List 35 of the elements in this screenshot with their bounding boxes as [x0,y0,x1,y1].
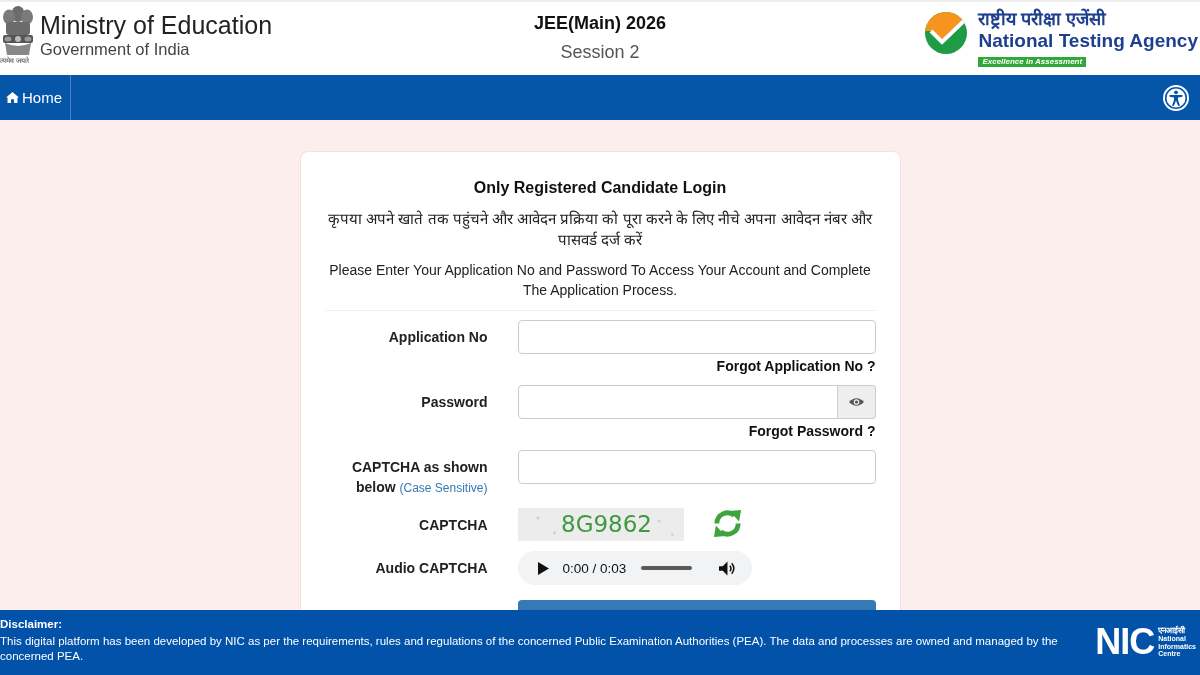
agency-hindi-name: राष्ट्रीय परीक्षा एजेंसी [978,8,1108,30]
audio-time: 0:00 / 0:03 [562,560,627,576]
disclaimer-heading: Disclaimer: [0,617,63,632]
input-field[interactable] [517,320,876,354]
field-label: CAPTCHA as shown below (Case Sensitive) [350,458,488,497]
captcha-image: 8G9862 [517,508,684,541]
exam-title: JEE(Main) 2026 [533,12,667,35]
disclaimer-text: This digital platform has been developed by NIC as per the requirements, rules and regulations of the concerned Public Examination Authorities (PEA). The data and processes are owned and managed by the concerned PEA. [0,634,1059,664]
audio-player[interactable]: 0:00 / 0:03 [517,551,752,585]
eye-icon [848,397,864,407]
play-icon[interactable] [537,561,549,575]
refresh-icon[interactable] [711,508,743,539]
input-field[interactable] [517,450,876,484]
field-label: Password [421,393,488,412]
agency-name: National Testing Agency [978,30,1198,52]
forgot-link[interactable]: Forgot Application No ? [716,358,876,374]
check-circle-icon [925,12,968,54]
show-password-button[interactable] [837,385,876,419]
ministry-title: Ministry of Education [40,11,273,39]
accessibility-icon[interactable] [1163,84,1189,111]
forgot-link[interactable]: Forgot Password ? [748,423,876,439]
field-label: Audio CAPTCHA [375,559,488,578]
login-title: Only Registered Candidate Login [472,178,728,198]
field-label: Application No [388,328,488,347]
hindi-instructions: कृपया अपने खाते तक पहुंचने और आवेदन प्रक्रिया को पूरा करने के लिए नीचे अपना आवेदन नंबर और पासवर्ड दर्ज करें [327,209,874,250]
government-subtitle: Government of India [40,39,191,59]
agency-tagline: Excellence in Assessment [978,57,1087,67]
house-icon [6,92,19,103]
speaker-icon[interactable] [718,560,735,576]
field-label: CAPTCHA [419,516,488,535]
english-instructions: Please Enter Your Application No and Password To Access Your Account and Complete The Application Process. [328,261,872,300]
password-field[interactable] [517,385,838,419]
session-label: Session 2 [559,41,641,64]
emblem-icon [1,5,35,55]
seek-slider[interactable] [641,566,693,570]
